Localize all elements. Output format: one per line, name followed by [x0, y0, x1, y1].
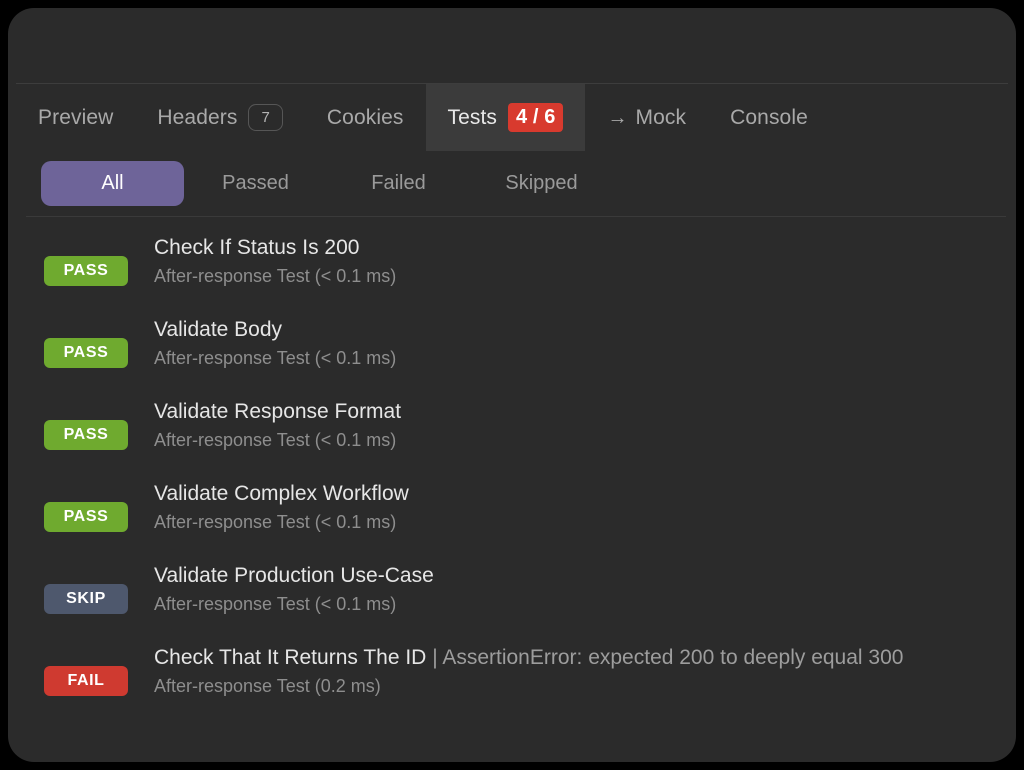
test-title-line: Check If Status Is 200 — [154, 234, 396, 262]
test-subtitle: After-response Test (< 0.1 ms) — [154, 347, 397, 368]
filter-passed[interactable]: Passed — [184, 161, 327, 206]
tab-cookies[interactable]: Cookies — [305, 84, 426, 151]
test-subtitle: After-response Test (0.2 ms) — [154, 675, 381, 696]
filter-divider — [26, 216, 1006, 217]
test-results-list: PASS Check If Status Is 200 After-response… — [16, 221, 1008, 713]
test-title-line: Validate Body — [154, 316, 396, 344]
test-error-message: | AssertionError: expected 200 to deeply… — [432, 646, 904, 670]
test-subtitle: After-response Test (< 0.1 ms) — [154, 593, 397, 614]
response-panel-window: Preview Headers 7 Cookies Tests 4 / 6 → Mock Con… — [8, 8, 1016, 762]
test-title: Check If Status Is 200 — [154, 236, 360, 260]
tab-console[interactable]: Console — [708, 84, 830, 151]
status-badge: PASS — [44, 502, 128, 532]
status-badge: FAIL — [44, 666, 128, 696]
status-badge: PASS — [44, 338, 128, 368]
test-result-row[interactable]: SKIP Validate Production Use-Case After-re… — [16, 549, 1008, 631]
tab-label: Preview — [38, 106, 114, 129]
test-title: Validate Complex Workflow — [154, 482, 409, 506]
test-result-text: Validate Complex Workflow After-response … — [154, 480, 409, 535]
status-badge: PASS — [44, 420, 128, 450]
test-title: Check That It Returns The ID — [154, 646, 427, 670]
test-title-line: Validate Complex Workflow — [154, 480, 409, 508]
test-result-text: Validate Response Format After-response T… — [154, 398, 401, 453]
test-subtitle: After-response Test (< 0.1 ms) — [154, 429, 397, 450]
test-subtitle: After-response Test (< 0.1 ms) — [154, 511, 397, 532]
test-result-text: Check If Status Is 200 After-response Tes… — [154, 234, 396, 289]
tab-label: Headers — [157, 106, 238, 129]
tab-count-badge: 4 / 6 — [508, 103, 564, 132]
tab-count-pill: 7 — [248, 104, 283, 131]
tab-label: Mock — [635, 106, 687, 129]
filter-all[interactable]: All — [41, 160, 184, 206]
tab-headers[interactable]: Headers 7 — [135, 84, 305, 151]
test-subtitle: After-response Test (< 0.1 ms) — [154, 265, 397, 286]
tab-mock[interactable]: → Mock — [585, 84, 708, 151]
test-result-row[interactable]: PASS Validate Response Format After-respon… — [16, 385, 1008, 467]
tab-tests[interactable]: Tests 4 / 6 — [425, 84, 586, 151]
filter-failed[interactable]: Failed — [327, 161, 470, 206]
test-result-row[interactable]: PASS Validate Complex Workflow After-respo… — [16, 467, 1008, 549]
test-filter-bar: All Passed Failed Skipped — [16, 150, 1016, 216]
test-title: Validate Production Use-Case — [154, 564, 434, 588]
test-result-text: Validate Production Use-Case After-respon… — [154, 562, 434, 617]
filter-skipped[interactable]: Skipped — [470, 161, 613, 206]
status-badge: PASS — [44, 256, 128, 286]
arrow-right-icon: → — [607, 106, 628, 129]
test-title: Validate Response Format — [154, 400, 402, 424]
tab-label: Console — [730, 106, 808, 129]
test-result-text: Validate Body After-response Test (< 0.1 … — [154, 316, 396, 371]
status-badge: SKIP — [44, 584, 128, 614]
tab-label: Tests — [447, 106, 498, 129]
test-result-row[interactable]: PASS Validate Body After-response Test (< … — [16, 303, 1008, 385]
test-title-line: Validate Response Format — [154, 398, 401, 426]
test-title-line: Check That It Returns The ID | Assertion… — [154, 644, 903, 672]
test-result-row[interactable]: PASS Check If Status Is 200 After-response… — [16, 221, 1008, 303]
test-result-row[interactable]: FAIL Check That It Returns The ID | Asser… — [16, 631, 1008, 713]
test-title-line: Validate Production Use-Case — [154, 562, 434, 590]
tab-preview[interactable]: Preview — [16, 84, 135, 151]
tab-label: Cookies — [326, 106, 404, 129]
response-tab-bar: Preview Headers 7 Cookies Tests 4 / 6 → Mock Con… — [16, 83, 1008, 151]
test-title: Validate Body — [154, 318, 283, 342]
test-result-text: Check That It Returns The ID | Assertion… — [154, 644, 903, 699]
